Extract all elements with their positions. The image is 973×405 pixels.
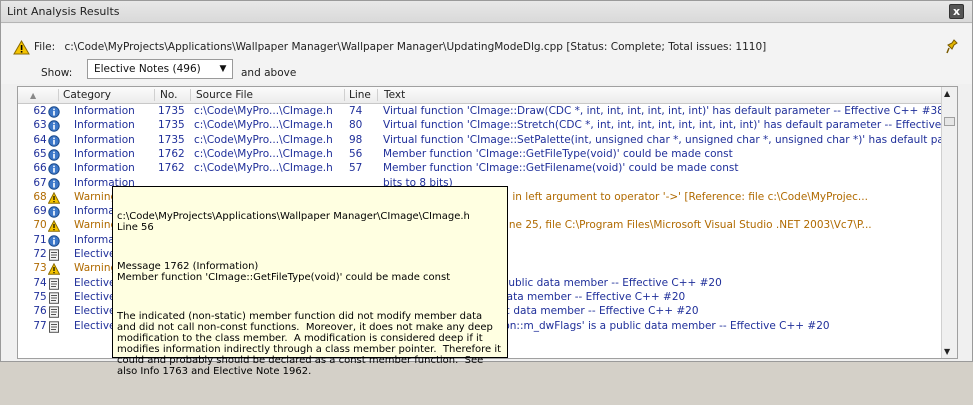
table-row[interactable]: 65 Information 1762 c:\Code\MyPro...\CImage… xyxy=(18,148,943,162)
table-row[interactable]: 66 Information 1762 c:\Code\MyPro...\CImage… xyxy=(18,162,943,176)
source-file-cell: c:\Code\MyPro...\CImage.h xyxy=(194,133,333,146)
warning-icon xyxy=(48,263,60,275)
source-file-cell: c:\Code\MyPro...\CImage.h xyxy=(194,119,333,132)
tooltip-message: Member function 'CImage::GetFileType(voi… xyxy=(117,272,451,283)
severity-filter-dropdown[interactable]: Elective Notes (496) ▼ xyxy=(87,59,233,79)
category-cell: Information xyxy=(74,105,135,117)
source-file-cell: c:\Code\MyPro...\CImage.h xyxy=(194,147,333,160)
col-number[interactable]: No. xyxy=(160,89,177,103)
tooltip-path: c:\Code\MyProjects\Applications\Wallpape… xyxy=(117,211,470,222)
file-path-line: File: c:\Code\MyProjects\Applications\Wa… xyxy=(34,41,766,53)
note-icon xyxy=(49,292,59,304)
tooltip-description: The indicated (non-static) member functi… xyxy=(117,311,505,377)
line-cell: 80 xyxy=(349,119,363,132)
info-icon xyxy=(48,206,60,218)
message-number-cell: 1762 xyxy=(158,162,185,175)
grid-header: ▲ Category No. Source File Line Text xyxy=(18,87,943,104)
warning-icon xyxy=(13,40,30,55)
col-line[interactable]: Line xyxy=(349,89,371,103)
message-text-cell: Virtual function 'CImage::Stretch(CDC *,… xyxy=(383,119,943,132)
scroll-down-icon[interactable]: ▼ xyxy=(944,347,950,356)
show-label: Show: xyxy=(41,67,73,79)
info-icon xyxy=(48,134,60,147)
message-number-cell: 1735 xyxy=(158,119,185,132)
chevron-down-icon[interactable]: ▼ xyxy=(216,62,230,76)
col-category[interactable]: Category xyxy=(63,89,111,103)
line-cell: 98 xyxy=(349,133,363,146)
scroll-up-icon[interactable]: ▲ xyxy=(944,89,950,98)
info-icon xyxy=(48,149,60,161)
scroll-thumb[interactable] xyxy=(944,117,955,126)
sort-indicator-icon[interactable]: ▲ xyxy=(30,91,36,105)
message-tooltip: c:\Code\MyProjects\Applications\Wallpape… xyxy=(112,186,508,377)
category-cell: Information xyxy=(74,133,135,146)
file-info-bar: File: c:\Code\MyProjects\Applications\Wa… xyxy=(1,24,972,84)
message-text-cell: Member function 'CImage::GetFileType(voi… xyxy=(383,147,733,160)
info-icon xyxy=(48,163,60,175)
warning-icon xyxy=(48,191,60,204)
info-icon xyxy=(48,177,60,190)
file-path: c:\Code\MyProjects\Applications\Wallpape… xyxy=(64,41,563,53)
lint-results-window: Lint Analysis Results x File: c:\Code\My… xyxy=(0,0,973,377)
tooltip-line: Line 56 xyxy=(117,222,154,233)
tooltip-message-id: Message 1762 (Information) xyxy=(117,261,259,272)
message-number-cell: 1762 xyxy=(158,147,185,160)
warning-icon xyxy=(48,220,60,233)
col-source-file[interactable]: Source File xyxy=(196,89,253,103)
window-title: Lint Analysis Results xyxy=(7,5,120,18)
line-cell: 74 xyxy=(349,105,363,117)
and-above-label: and above xyxy=(241,67,297,79)
message-text-cell: Virtual function 'CImage::Draw(CDC *, in… xyxy=(383,105,943,117)
category-cell: Information xyxy=(74,119,135,132)
note-icon xyxy=(49,249,59,261)
note-icon xyxy=(49,306,59,318)
analysis-status: [Status: Complete; Total issues: 1110] xyxy=(566,41,767,53)
file-label: File: xyxy=(34,41,56,53)
info-icon xyxy=(48,106,60,118)
message-text-cell: Member function 'CImage::GetFilename(voi… xyxy=(383,162,739,175)
message-text-cell: Virtual function 'CImage::SetPalette(int… xyxy=(383,133,943,146)
info-icon xyxy=(48,234,60,247)
category-cell: Information xyxy=(74,162,135,175)
info-icon xyxy=(48,120,60,132)
message-number-cell: 1735 xyxy=(158,105,185,117)
source-file-cell: c:\Code\MyPro...\CImage.h xyxy=(194,162,333,175)
close-button[interactable]: x xyxy=(949,4,964,19)
title-bar: Lint Analysis Results x xyxy=(1,1,972,23)
line-cell: 57 xyxy=(349,162,363,175)
category-cell: Information xyxy=(74,147,135,160)
table-row[interactable]: 63 Information 1735 c:\Code\MyPro...\CImage… xyxy=(18,119,943,133)
vertical-scrollbar[interactable]: ▲ ▼ xyxy=(941,87,957,358)
pin-icon[interactable] xyxy=(946,39,958,55)
col-text[interactable]: Text xyxy=(384,89,405,103)
severity-filter-value: Elective Notes (496) xyxy=(94,63,201,75)
note-icon xyxy=(49,320,59,333)
note-icon xyxy=(49,277,59,290)
table-row[interactable]: 62 Information 1735 c:\Code\MyPro...\CImage… xyxy=(18,105,943,119)
message-number-cell: 1735 xyxy=(158,133,185,146)
source-file-cell: c:\Code\MyPro...\CImage.h xyxy=(194,105,333,117)
line-cell: 56 xyxy=(349,147,363,160)
table-row[interactable]: 64 Information 1735 c:\Code\MyPro...\CImage… xyxy=(18,134,943,148)
